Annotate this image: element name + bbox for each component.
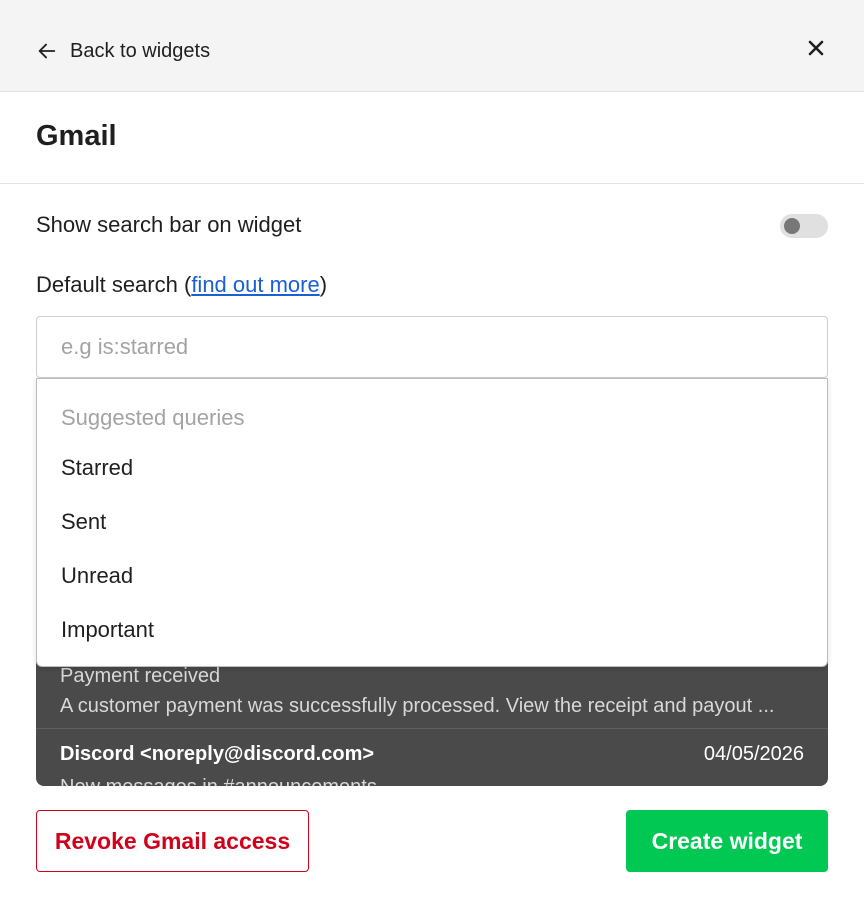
toggle-knob [784,218,800,234]
back-to-widgets-link[interactable]: Back to widgets [36,36,210,66]
create-widget-button[interactable]: Create widget [626,810,828,872]
email-date: 04/05/2026 [703,743,804,765]
default-search-label: Default search (find out more) [36,272,327,298]
query-option-sent[interactable]: Sent [37,495,827,549]
dropdown-header: Suggested queries [61,405,245,430]
email-sender: Discord <noreply@discord.com> [60,743,375,765]
email-item[interactable]: Discord <noreply@discord.com> 04/05/2026… [36,729,828,786]
close-button[interactable] [804,36,828,60]
email-item[interactable]: Payment received A customer payment was … [36,664,828,729]
modal-header: Back to widgets [0,0,864,92]
title-section: Gmail [0,92,864,184]
search-bar-toggle-label: Show search bar on widget [36,212,302,237]
back-to-widgets-label: Back to widgets [70,39,211,62]
query-option-unread[interactable]: Unread [37,549,827,603]
page-title: Gmail [36,120,117,152]
revoke-gmail-access-button[interactable]: Revoke Gmail access [36,810,309,872]
default-search-text: Default search [36,272,178,297]
suggested-queries-dropdown: Suggested queries Starred Sent Unread Im… [36,378,828,667]
close-icon [807,39,825,57]
search-bar-toggle[interactable] [780,214,828,238]
widget-settings-modal: Back to widgets Gmail Show search bar on… [0,0,864,907]
query-option-important[interactable]: Important [37,603,827,657]
find-out-more-link[interactable]: find out more [191,272,319,297]
query-option-starred[interactable]: Starred [37,441,827,495]
email-snippet: A customer payment was successfully proc… [60,695,775,717]
close-paren: ) [319,272,328,297]
email-snippet: New messages in #announcements [60,773,377,786]
arrow-left-icon [36,40,58,62]
default-search-input[interactable] [36,316,828,378]
email-subject: Payment received [60,665,221,687]
